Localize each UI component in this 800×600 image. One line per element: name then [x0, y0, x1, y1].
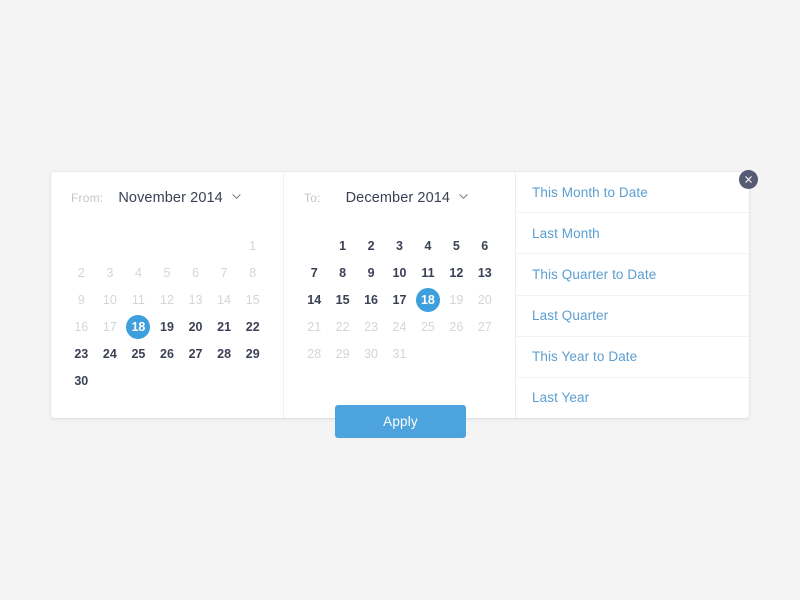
- preset-range-list: This Month to Date Last Month This Quarter…: [516, 172, 749, 418]
- day-cell[interactable]: 1: [241, 234, 265, 258]
- day-cell[interactable]: 28: [212, 342, 236, 366]
- from-month-value[interactable]: November 2014: [118, 190, 222, 206]
- day-cell[interactable]: 10: [98, 288, 122, 312]
- day-cell[interactable]: 10: [387, 261, 411, 285]
- day-cell[interactable]: 24: [98, 342, 122, 366]
- day-cell[interactable]: 2: [69, 261, 93, 285]
- close-icon[interactable]: [739, 170, 758, 189]
- day-cell[interactable]: 22: [241, 315, 265, 339]
- day-cell[interactable]: 5: [155, 261, 179, 285]
- day-cell[interactable]: 6: [473, 234, 497, 258]
- day-cell[interactable]: 26: [155, 342, 179, 366]
- day-cell[interactable]: 29: [331, 342, 355, 366]
- day-cell[interactable]: 22: [331, 315, 355, 339]
- day-cell[interactable]: 19: [155, 315, 179, 339]
- preset-item-2[interactable]: This Quarter to Date: [516, 254, 749, 296]
- to-calendar-header: To: December 2014: [284, 190, 515, 216]
- day-cell[interactable]: 8: [241, 261, 265, 285]
- day-cell[interactable]: 25: [126, 342, 150, 366]
- day-cell[interactable]: 30: [359, 342, 383, 366]
- from-calendar-header: From: November 2014: [51, 190, 283, 216]
- from-label: From:: [71, 191, 104, 205]
- day-cell[interactable]: 19: [444, 288, 468, 312]
- day-cell[interactable]: 4: [126, 261, 150, 285]
- day-cell[interactable]: 3: [98, 261, 122, 285]
- chevron-down-icon[interactable]: [232, 192, 241, 201]
- day-cell[interactable]: 12: [444, 261, 468, 285]
- day-cell[interactable]: 26: [444, 315, 468, 339]
- day-cell[interactable]: 14: [302, 288, 326, 312]
- day-cell[interactable]: 31: [387, 342, 411, 366]
- preset-item-0[interactable]: This Month to Date: [516, 172, 749, 214]
- to-label: To:: [304, 191, 321, 205]
- day-cell[interactable]: 27: [184, 342, 208, 366]
- day-cell[interactable]: 25: [416, 315, 440, 339]
- day-cell[interactable]: 1: [331, 234, 355, 258]
- preset-item-1[interactable]: Last Month: [516, 213, 749, 255]
- day-cell[interactable]: 30: [69, 369, 93, 393]
- day-cell[interactable]: 12: [155, 288, 179, 312]
- from-calendar: From: November 2014 1 2 3 4 5 6 7 8 9 10 11 12 13 14 1…: [51, 172, 284, 418]
- from-day-grid: 1 2 3 4 5 6 7 8 9 10 11 12 13 14 15 16 17 18 19 20 21 22 23 24 2…: [51, 232, 283, 394]
- day-cell[interactable]: 15: [331, 288, 355, 312]
- day-cell-selected[interactable]: 18: [126, 314, 151, 339]
- day-cell[interactable]: 15: [241, 288, 265, 312]
- day-cell[interactable]: 6: [184, 261, 208, 285]
- day-cell[interactable]: 7: [212, 261, 236, 285]
- day-cell[interactable]: 14: [212, 288, 236, 312]
- day-cell[interactable]: 28: [302, 342, 326, 366]
- day-cell[interactable]: 3: [387, 234, 411, 258]
- day-cell[interactable]: 27: [473, 315, 497, 339]
- day-cell[interactable]: 21: [302, 315, 326, 339]
- day-cell[interactable]: 11: [126, 288, 150, 312]
- day-cell[interactable]: 21: [212, 315, 236, 339]
- day-cell[interactable]: 24: [387, 315, 411, 339]
- to-calendar: To: December 2014 1 2 3 4 5 6 7 8 9 10 11 12 13 14 15 1…: [284, 172, 516, 418]
- day-cell[interactable]: 13: [184, 288, 208, 312]
- day-cell[interactable]: 7: [302, 261, 326, 285]
- to-month-value[interactable]: December 2014: [346, 190, 450, 206]
- day-cell[interactable]: 23: [359, 315, 383, 339]
- day-cell[interactable]: 16: [69, 315, 93, 339]
- day-cell[interactable]: 29: [241, 342, 265, 366]
- day-cell[interactable]: 16: [359, 288, 383, 312]
- date-range-picker-panel: From: November 2014 1 2 3 4 5 6 7 8 9 10 11 12 13 14 1…: [51, 172, 749, 418]
- preset-item-4[interactable]: This Year to Date: [516, 337, 749, 378]
- day-cell[interactable]: 9: [359, 261, 383, 285]
- day-cell[interactable]: 8: [331, 261, 355, 285]
- day-cell[interactable]: 9: [69, 288, 93, 312]
- day-cell[interactable]: 23: [69, 342, 93, 366]
- to-day-grid: 1 2 3 4 5 6 7 8 9 10 11 12 13 14 15 16 17 18 19 20 21 22 23 24 2…: [284, 232, 515, 367]
- day-cell[interactable]: 17: [387, 288, 411, 312]
- preset-item-3[interactable]: Last Quarter: [516, 296, 749, 337]
- day-cell[interactable]: 5: [444, 234, 468, 258]
- chevron-down-icon[interactable]: [459, 192, 468, 201]
- day-cell[interactable]: 17: [98, 315, 122, 339]
- day-cell[interactable]: 13: [473, 261, 497, 285]
- day-cell-selected[interactable]: 18: [415, 287, 440, 312]
- day-cell[interactable]: 11: [416, 261, 440, 285]
- day-cell[interactable]: 20: [473, 288, 497, 312]
- day-cell[interactable]: 20: [184, 315, 208, 339]
- preset-item-5[interactable]: Last Year: [516, 378, 749, 418]
- day-cell[interactable]: 2: [359, 234, 383, 258]
- apply-button[interactable]: Apply: [335, 405, 466, 438]
- day-cell[interactable]: 4: [416, 234, 440, 258]
